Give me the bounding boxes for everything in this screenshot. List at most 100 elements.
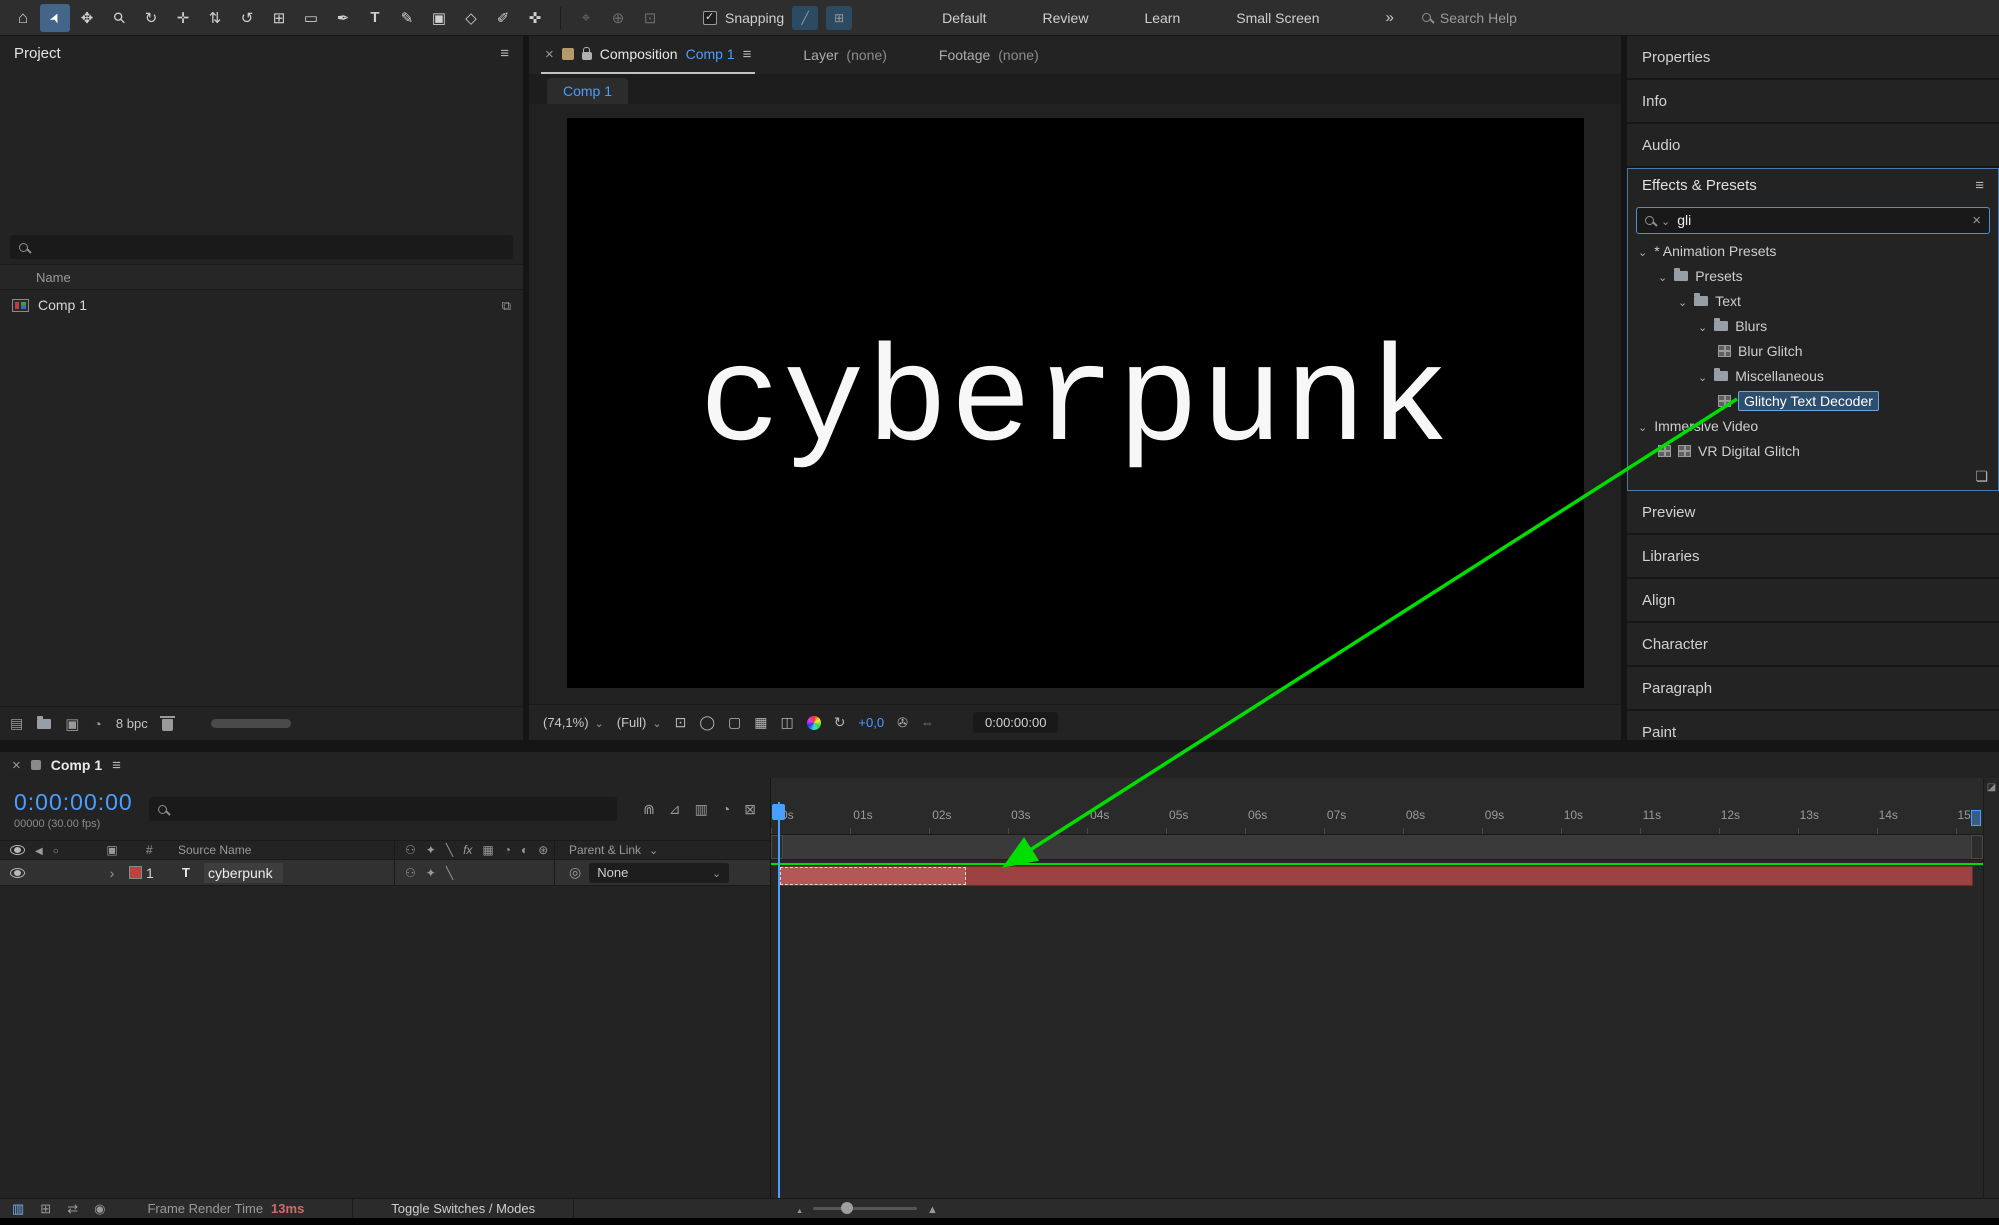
collapsed-panel-header[interactable]: Align [1627, 579, 1999, 623]
interpret-footage-icon[interactable] [10, 715, 23, 732]
workspace-tab[interactable]: Small Screen [1236, 10, 1319, 26]
effects-tree-row[interactable]: Blur Glitch [1628, 338, 1998, 363]
collaborate-icon[interactable] [94, 1201, 105, 1217]
effects-tree-row[interactable]: * Animation Presets [1628, 238, 1998, 263]
snapshot-icon[interactable] [897, 715, 908, 731]
close-icon[interactable] [12, 757, 21, 774]
switch-mosaic-icon[interactable] [482, 843, 493, 857]
mask-visibility-icon[interactable] [699, 714, 715, 731]
collapsed-panel-header[interactable]: Properties [1627, 36, 1999, 80]
help-search[interactable]: Search Help [1422, 10, 1991, 26]
timeline-layer-row[interactable]: 1 T cyberpunk [0, 860, 770, 886]
switch-shy-icon[interactable] [405, 843, 416, 857]
viewer-tab[interactable]: Composition Comp 1 [541, 36, 755, 74]
zoom-tool[interactable] [104, 4, 134, 32]
switch-quality-icon[interactable] [446, 866, 453, 880]
effects-tree-row[interactable]: Blurs [1628, 313, 1998, 338]
motion-blur-icon[interactable] [722, 801, 730, 818]
project-panel-title[interactable]: Project [14, 45, 61, 62]
video-column-icon[interactable] [10, 845, 25, 855]
roto-brush-tool[interactable] [488, 4, 518, 32]
project-flow-icon[interactable] [40, 1201, 51, 1217]
local-axis-tool[interactable] [571, 4, 601, 32]
new-composition-icon[interactable] [65, 715, 79, 733]
toggle-switches-modes-button[interactable]: Toggle Switches / Modes [352, 1199, 574, 1218]
color-depth-button[interactable]: 8 bpc [116, 716, 148, 731]
snapping-checkbox[interactable] [703, 11, 717, 25]
pan-camera-tool[interactable] [168, 4, 198, 32]
time-ruler[interactable]: 0s 01s 02s 03s 04s 05s 06s 07s [771, 778, 1983, 835]
comp-marker-bin-icon[interactable] [1987, 782, 1996, 793]
switch-collapse-icon[interactable] [426, 843, 436, 857]
layer-label-color[interactable] [129, 866, 142, 879]
panel-menu-icon[interactable] [112, 757, 121, 774]
home-tool[interactable] [8, 4, 38, 32]
viewer-timecode[interactable]: 0:00:00:00 [973, 712, 1058, 733]
collapsed-panel-header[interactable]: Audio [1627, 124, 1999, 168]
puppet-pin-tool[interactable] [520, 4, 550, 32]
parent-dropdown[interactable]: None [589, 863, 729, 883]
switch-quality-icon[interactable] [446, 843, 453, 857]
layer-name[interactable]: cyberpunk [204, 863, 283, 883]
switch-3d-icon[interactable] [538, 843, 548, 857]
switch-motion-blur-icon[interactable] [521, 843, 528, 857]
magnification-dropdown[interactable]: (74,1%) [543, 715, 604, 730]
effects-tree-row[interactable]: Presets [1628, 263, 1998, 288]
zoom-in-frames-icon[interactable] [927, 1201, 938, 1216]
viewer-tab[interactable]: Layer (none) [799, 36, 891, 74]
delete-icon[interactable] [162, 719, 173, 731]
fit-viewer-icon[interactable] [675, 714, 687, 731]
collapsed-panel-header[interactable]: Paragraph [1627, 667, 1999, 711]
reset-exposure-icon[interactable]: ↻ [834, 714, 846, 731]
layer-expand-arrow[interactable] [100, 865, 124, 881]
work-area-bar[interactable] [771, 835, 1983, 860]
comp-end-marker[interactable] [1971, 810, 1981, 826]
timeline-track-area[interactable]: 0s 01s 02s 03s 04s 05s 06s 07s [771, 778, 1999, 1198]
twirl-down-icon[interactable] [1638, 418, 1647, 434]
timeline-comp-tab[interactable]: Comp 1 [51, 757, 102, 773]
timeline-search-input[interactable] [149, 797, 617, 821]
hand-tool[interactable] [72, 4, 102, 32]
timeline-zoom-slider[interactable] [813, 1207, 917, 1210]
clear-search-icon[interactable] [1972, 212, 1981, 229]
collapsed-panel-header[interactable]: Libraries [1627, 535, 1999, 579]
exposure-value[interactable]: +0,0 [858, 715, 884, 730]
orbit-tool[interactable] [136, 4, 166, 32]
twirl-down-icon[interactable] [1678, 293, 1687, 309]
solo-column-icon[interactable] [53, 843, 59, 857]
new-panel-icon[interactable] [1975, 468, 1988, 485]
effects-tree-row[interactable]: Miscellaneous [1628, 363, 1998, 388]
label-column-icon[interactable] [106, 843, 117, 857]
adobe-stock-icon[interactable] [12, 1201, 24, 1217]
panel-menu-icon[interactable] [743, 46, 752, 63]
transfer-icon[interactable] [67, 1201, 78, 1217]
zoom-slider-handle[interactable] [841, 1202, 853, 1214]
region-of-interest-icon[interactable] [728, 714, 741, 731]
effects-tree-row[interactable]: Immersive Video [1628, 413, 1998, 438]
shape-tool[interactable] [296, 4, 326, 32]
layer-duration-bar[interactable] [779, 866, 1973, 886]
zoom-out-frames-icon[interactable] [796, 1201, 803, 1216]
twirl-down-icon[interactable] [1698, 318, 1707, 334]
viewer-tab[interactable]: Footage (none) [935, 36, 1043, 74]
eraser-tool[interactable] [456, 4, 486, 32]
rotation-tool[interactable] [232, 4, 262, 32]
parent-link-header[interactable]: Parent & Link [554, 841, 770, 859]
composition-text-layer[interactable]: cyberpunk [699, 326, 1452, 480]
effects-search-input[interactable]: gli [1636, 207, 1990, 234]
collapsed-panel-header[interactable]: Info [1627, 80, 1999, 124]
switch-collapse-icon[interactable] [426, 866, 436, 880]
dolly-tool[interactable] [200, 4, 230, 32]
transparency-grid-icon[interactable] [754, 714, 767, 731]
project-name-column-header[interactable]: Name [0, 264, 523, 290]
switch-fx-icon[interactable] [463, 843, 472, 857]
composition-tab[interactable]: Comp 1 [547, 78, 628, 104]
world-axis-tool[interactable] [603, 4, 633, 32]
project-search-input[interactable] [10, 235, 513, 259]
layer-visibility-toggle[interactable] [10, 868, 25, 878]
workspace-tab[interactable]: Review [1043, 10, 1089, 26]
effects-tree-row[interactable]: Glitchy Text Decoder [1628, 388, 1998, 413]
effects-tree-row[interactable]: Text [1628, 288, 1998, 313]
collapsed-panel-header[interactable]: Paint [1627, 711, 1999, 740]
source-name-header[interactable]: Source Name [178, 843, 394, 857]
